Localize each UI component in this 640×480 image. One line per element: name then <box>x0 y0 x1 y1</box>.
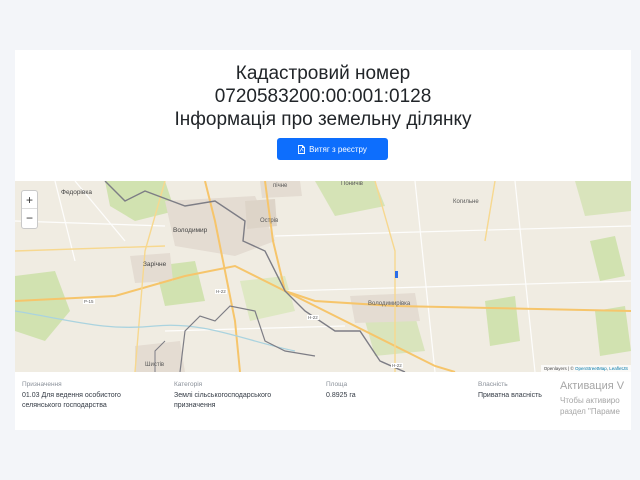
category-value: Землі сільськогосподарського призначення <box>174 392 272 409</box>
leaflet-link[interactable]: LeafletJS <box>609 366 628 371</box>
purpose-label: Призначення <box>22 381 62 388</box>
place-label: Острів <box>260 218 279 224</box>
place-label: Володимир <box>173 227 208 234</box>
map-tiles <box>15 181 631 372</box>
place-label: Поничів <box>341 181 363 187</box>
extract-from-registry-button[interactable]: Витяг з реєстру <box>277 138 388 160</box>
place-label: Зарічне <box>143 261 167 268</box>
card-header: Кадастровий номер 0720583200:00:001:0128… <box>15 50 631 181</box>
land-parcel-card: Кадастровий номер 0720583200:00:001:0128… <box>15 50 631 430</box>
ownership-value: Приватна власність <box>478 392 542 399</box>
parcel-info: Призначення 01.03 Для ведення особистого… <box>15 372 631 430</box>
zoom-in-button[interactable]: + <box>22 191 37 209</box>
road-label: Р-15 <box>83 299 95 304</box>
road-label: Н-22 <box>215 289 227 294</box>
road-label: Н-22 <box>307 315 319 320</box>
place-label: Шистів <box>145 362 165 368</box>
category-field: Категорія Землі сільськогосподарського п… <box>174 380 304 411</box>
attribution-prefix: Openlayers | © <box>543 366 575 371</box>
purpose-value: 01.03 Для ведення особистого селянського… <box>22 392 121 409</box>
parcel-map[interactable]: Федорівка Володимир Острів Зарічне пічне… <box>15 181 631 372</box>
cadastral-number: 0720583200:00:001:0128 <box>214 86 432 107</box>
ownership-label: Власність <box>478 381 508 388</box>
cadastral-title: Кадастровий номер <box>235 63 411 84</box>
place-label: пічне <box>273 183 288 189</box>
area-field: Площа 0.8925 га <box>326 380 436 401</box>
place-label: Володимирівка <box>368 301 411 307</box>
document-pdf-icon <box>298 144 306 154</box>
ownership-field: Власність Приватна власність <box>478 380 578 401</box>
parcel-marker[interactable] <box>395 271 398 278</box>
place-label: Когильне <box>453 199 479 205</box>
area-label: Площа <box>326 381 348 388</box>
purpose-field: Призначення 01.03 Для ведення особистого… <box>22 380 152 411</box>
road-label: Н-22 <box>391 363 403 368</box>
osm-link[interactable]: OpenStreetMap <box>575 366 607 371</box>
map-attribution: Openlayers | © OpenStreetMap, LeafletJS <box>540 365 631 372</box>
extract-button-label: Витяг з реєстру <box>309 144 367 154</box>
zoom-control: + − <box>21 190 38 229</box>
info-subtitle: Інформація про земельну ділянку <box>174 109 472 130</box>
area-value: 0.8925 га <box>326 392 356 399</box>
zoom-out-button[interactable]: − <box>22 209 37 227</box>
place-label: Федорівка <box>61 189 92 196</box>
category-label: Категорія <box>174 381 203 388</box>
